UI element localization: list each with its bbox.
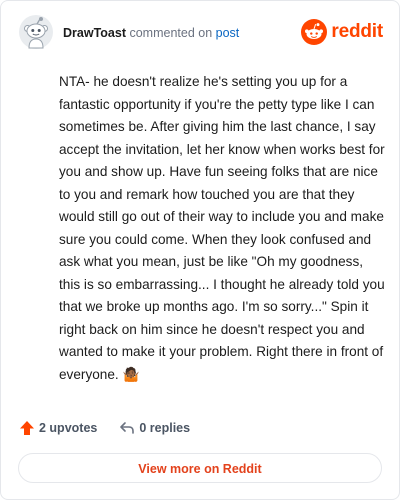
comment-meta: DrawToast commented on post xyxy=(63,26,239,40)
upvotes-stat[interactable]: 2 upvotes xyxy=(19,420,97,436)
upvotes-count: 2 upvotes xyxy=(39,421,98,435)
post-link[interactable]: post xyxy=(216,26,240,40)
upvote-arrow-icon xyxy=(20,421,34,435)
author-name[interactable]: DrawToast xyxy=(63,26,126,40)
comment-body: NTA- he doesn't realize he's setting you… xyxy=(59,74,385,382)
reddit-brand[interactable]: reddit xyxy=(301,19,383,45)
reddit-logo-icon xyxy=(301,19,328,45)
comment-footer: 2 upvotes 0 replies xyxy=(19,418,212,438)
comment-header: DrawToast commented on post reddit xyxy=(15,15,385,51)
replies-count: 0 replies xyxy=(139,421,191,435)
snoo-avatar-icon[interactable] xyxy=(19,15,53,49)
replies-stat[interactable]: 0 replies xyxy=(119,420,190,436)
reddit-comment-embed: DrawToast commented on post reddit NTA- … xyxy=(0,0,400,500)
view-more-button[interactable]: View more on Reddit xyxy=(18,453,382,483)
reddit-wordmark: reddit xyxy=(331,21,383,42)
reply-arrow-icon xyxy=(120,422,135,434)
comment-action-text: commented on xyxy=(129,26,213,40)
